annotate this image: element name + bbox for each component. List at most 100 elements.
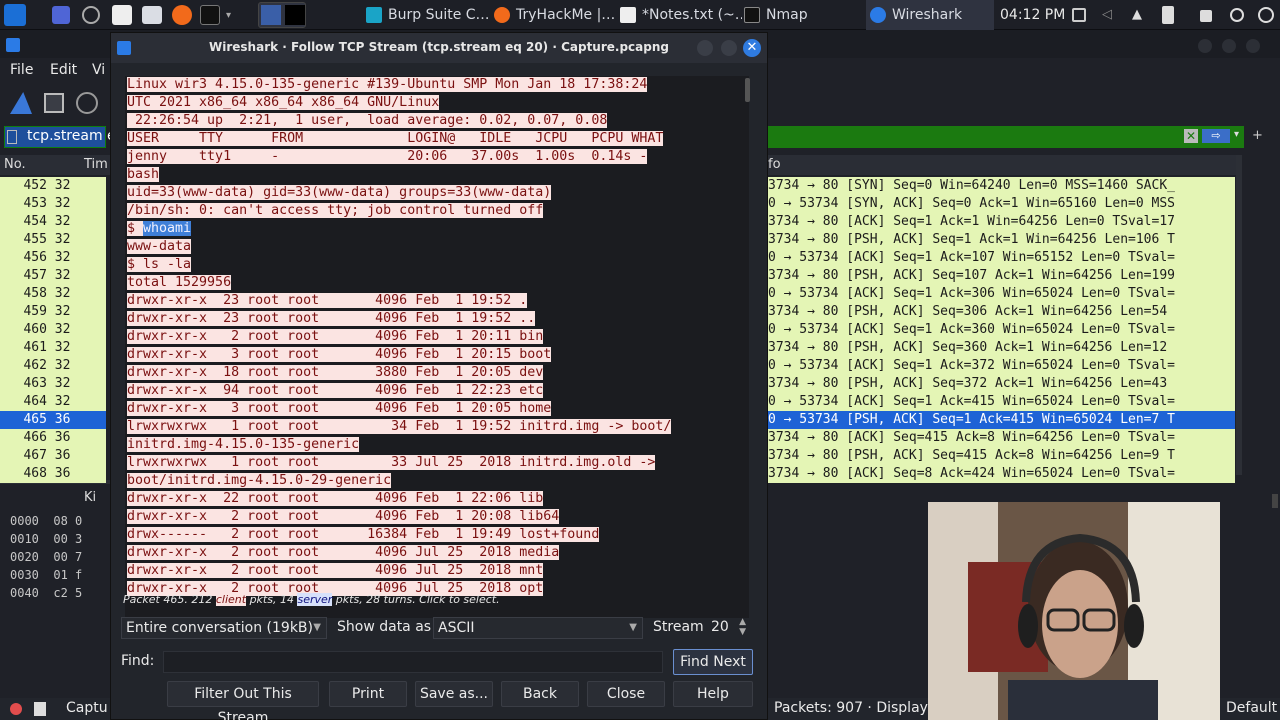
bell-icon[interactable]: ▲ <box>1132 8 1146 22</box>
stream-number-spinbox[interactable]: 20 ▲ ▼ <box>707 617 751 639</box>
maximize-button[interactable] <box>721 40 737 56</box>
packet-row[interactable]: 466 36 <box>0 429 106 447</box>
clear-filter-icon[interactable]: ✕ <box>1184 129 1198 143</box>
packet-row[interactable]: 461 32 <box>0 339 106 357</box>
packet-row-info[interactable]: 3734 → 80 [ACK] Seq=415 Ack=8 Win=64256 … <box>768 429 1235 447</box>
packet-row-info[interactable]: 3734 → 80 [PSH, ACK] Seq=1 Ack=1 Win=642… <box>768 231 1235 249</box>
close-icon[interactable]: ✕ <box>743 39 761 57</box>
workspace-switcher[interactable] <box>258 2 306 28</box>
packet-row-info[interactable]: 3734 → 80 [PSH, ACK] Seq=415 Ack=8 Win=6… <box>768 447 1235 465</box>
refresh-icon[interactable] <box>1230 8 1244 22</box>
lock-icon[interactable] <box>1200 10 1212 22</box>
maximize-button[interactable] <box>1222 39 1236 53</box>
packet-row-info[interactable]: 3734 → 80 [PSH, ACK] Seq=107 Ack=1 Win=6… <box>768 267 1235 285</box>
packet-row-info[interactable]: 3734 → 80 [PSH, ACK] Seq=372 Ack=1 Win=6… <box>768 375 1235 393</box>
packet-row[interactable]: 456 32 <box>0 249 106 267</box>
start-capture-icon[interactable] <box>10 92 32 114</box>
stream-content[interactable]: Linux wir3 4.15.0-135-generic #139-Ubunt… <box>125 76 749 618</box>
expert-info-icon[interactable] <box>10 703 22 715</box>
hex-row[interactable]: 0020 00 7 <box>10 550 82 564</box>
packet-row-info[interactable]: 0 → 53734 [PSH, ACK] Seq=1 Ack=415 Win=6… <box>768 411 1235 429</box>
column-time[interactable]: Tim <box>84 157 108 172</box>
hex-row[interactable]: 0040 c2 5 <box>10 586 82 600</box>
task-tryhackme[interactable]: TryHackMe |… <box>494 0 620 30</box>
packet-row[interactable]: 463 32 <box>0 375 106 393</box>
packet-row-info[interactable]: 0 → 53734 [ACK] Seq=1 Ack=372 Win=65024 … <box>768 357 1235 375</box>
packet-row-info[interactable]: 0 → 53734 [SYN, ACK] Seq=0 Ack=1 Win=651… <box>768 195 1235 213</box>
packet-row-info[interactable]: 0 → 53734 [ACK] Seq=1 Ack=360 Win=65024 … <box>768 321 1235 339</box>
hex-row[interactable]: 0010 00 3 <box>10 532 82 546</box>
packet-row[interactable]: 462 32 <box>0 357 106 375</box>
packet-row[interactable]: 468 36 <box>0 465 106 483</box>
menu-view[interactable]: Vi <box>92 62 105 78</box>
kali-menu-icon[interactable] <box>4 4 26 26</box>
filter-history-icon[interactable]: ▾ <box>1234 129 1239 140</box>
add-expression-icon[interactable]: + <box>1252 128 1263 143</box>
task-burp[interactable]: Burp Suite C… <box>366 0 492 30</box>
hex-row[interactable]: 0030 01 f <box>10 568 82 582</box>
close-button[interactable]: Close <box>587 681 665 707</box>
details-scrollbar[interactable] <box>1272 494 1278 508</box>
find-next-button[interactable]: Find Next <box>673 649 753 675</box>
packet-row[interactable]: 465 36 <box>0 411 106 429</box>
packet-row-info[interactable]: 3734 → 80 [PSH, ACK] Seq=360 Ack=1 Win=6… <box>768 339 1235 357</box>
task-nmap[interactable]: Nmap <box>744 0 866 30</box>
column-info[interactable]: fo <box>768 157 781 172</box>
packet-row-info[interactable]: 0 → 53734 [ACK] Seq=1 Ack=306 Win=65024 … <box>768 285 1235 303</box>
conversation-select[interactable]: Entire conversation (19kB) ▼ <box>121 617 327 639</box>
minimize-button[interactable] <box>1198 39 1212 53</box>
packet-row[interactable]: 459 32 <box>0 303 106 321</box>
packet-info[interactable]: Packet 465. 212 client pkts, 14 server p… <box>123 593 500 606</box>
packet-row[interactable]: 458 32 <box>0 285 106 303</box>
find-input[interactable] <box>163 651 663 673</box>
minimize-button[interactable] <box>697 40 713 56</box>
packet-row-info[interactable]: 0 → 53734 [ACK] Seq=1 Ack=415 Win=65024 … <box>768 393 1235 411</box>
terminal-icon[interactable] <box>200 5 220 25</box>
show-data-select[interactable]: ASCII ▼ <box>433 617 643 639</box>
show-desktop-icon[interactable] <box>52 6 70 24</box>
packet-row[interactable]: 457 32 <box>0 267 106 285</box>
packet-row-info[interactable]: 3734 → 80 [SYN] Seq=0 Win=64240 Len=0 MS… <box>768 177 1235 195</box>
menu-edit[interactable]: Edit <box>50 62 77 78</box>
help-button[interactable]: Help <box>673 681 753 707</box>
menu-file[interactable]: File <box>10 62 33 78</box>
apply-filter-icon[interactable]: ⇨ <box>1202 129 1230 143</box>
packet-row[interactable]: 452 32 <box>0 177 106 195</box>
filter-out-stream-button[interactable]: Filter Out This Stream <box>167 681 319 720</box>
status-profile[interactable]: Default <box>1226 700 1277 716</box>
back-button[interactable]: Back <box>501 681 579 707</box>
screen-icon[interactable] <box>1072 8 1086 22</box>
packet-row[interactable]: 460 32 <box>0 321 106 339</box>
file-icon[interactable] <box>112 5 132 25</box>
bookmark-icon[interactable] <box>7 130 17 144</box>
packet-row-info[interactable]: 0 → 53734 [ACK] Seq=1 Ack=107 Win=65152 … <box>768 249 1235 267</box>
close-button[interactable] <box>1246 39 1260 53</box>
battery-icon[interactable] <box>1162 6 1174 24</box>
hex-row[interactable]: 0000 08 0 <box>10 514 82 528</box>
packet-row[interactable]: 453 32 <box>0 195 106 213</box>
packet-row[interactable]: 467 36 <box>0 447 106 465</box>
packet-row[interactable]: 455 32 <box>0 231 106 249</box>
column-no[interactable]: No. <box>4 157 26 172</box>
task-notes[interactable]: *Notes.txt (~… <box>620 0 742 30</box>
task-wireshark[interactable]: Wireshark <box>866 0 994 30</box>
packet-list-scrollbar[interactable] <box>1236 155 1242 475</box>
display-filter-input[interactable]: tcp.stream e <box>4 126 116 148</box>
power-icon[interactable] <box>1258 7 1274 23</box>
packet-row-info[interactable]: 3734 → 80 [PSH, ACK] Seq=306 Ack=1 Win=6… <box>768 303 1235 321</box>
clock[interactable]: 04:12 PM <box>1000 0 1065 30</box>
chevron-down-icon[interactable]: ▾ <box>226 10 236 21</box>
print-button[interactable]: Print <box>329 681 407 707</box>
stream-scrollbar[interactable] <box>745 78 750 102</box>
stop-capture-icon[interactable] <box>44 93 64 113</box>
folder-icon[interactable] <box>142 6 162 24</box>
packet-row-info[interactable]: 3734 → 80 [ACK] Seq=1 Ack=1 Win=64256 Le… <box>768 213 1235 231</box>
save-as-button[interactable]: Save as... <box>415 681 493 707</box>
restart-capture-icon[interactable] <box>76 92 98 114</box>
capture-file-icon[interactable] <box>34 702 46 716</box>
firefox-icon[interactable] <box>172 5 192 25</box>
packet-row-info[interactable]: 3734 → 80 [ACK] Seq=8 Ack=424 Win=65024 … <box>768 465 1235 483</box>
packet-row[interactable]: 454 32 <box>0 213 106 231</box>
settings-icon[interactable] <box>82 6 100 24</box>
packet-row[interactable]: 464 32 <box>0 393 106 411</box>
